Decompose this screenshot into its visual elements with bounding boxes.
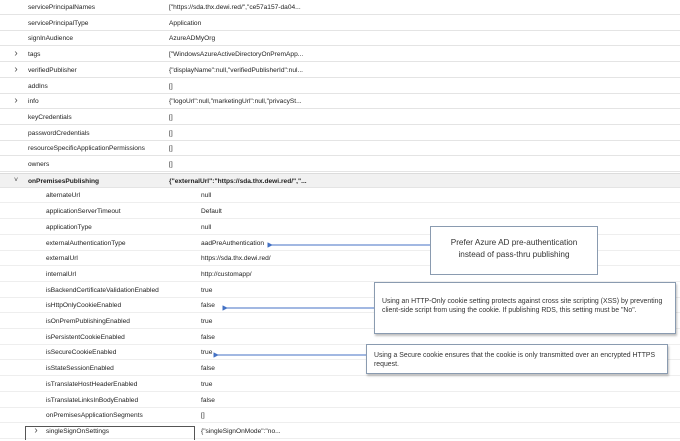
callout-secure-text: Using a Secure cookie ensures that the c… (374, 352, 656, 368)
callout-secure-cookie: Using a Secure cookie ensures that the c… (366, 344, 668, 374)
callout-azure-ad-text: Prefer Azure AD pre-authentication inste… (450, 238, 578, 259)
callout-arrows (213, 242, 430, 358)
callout-httponly-text: Using an HTTP-Only cookie setting protec… (382, 298, 663, 314)
callout-httponly-cookie: Using an HTTP-Only cookie setting protec… (374, 282, 676, 334)
callout-azure-ad-preauth: Prefer Azure AD pre-authentication inste… (430, 226, 598, 275)
